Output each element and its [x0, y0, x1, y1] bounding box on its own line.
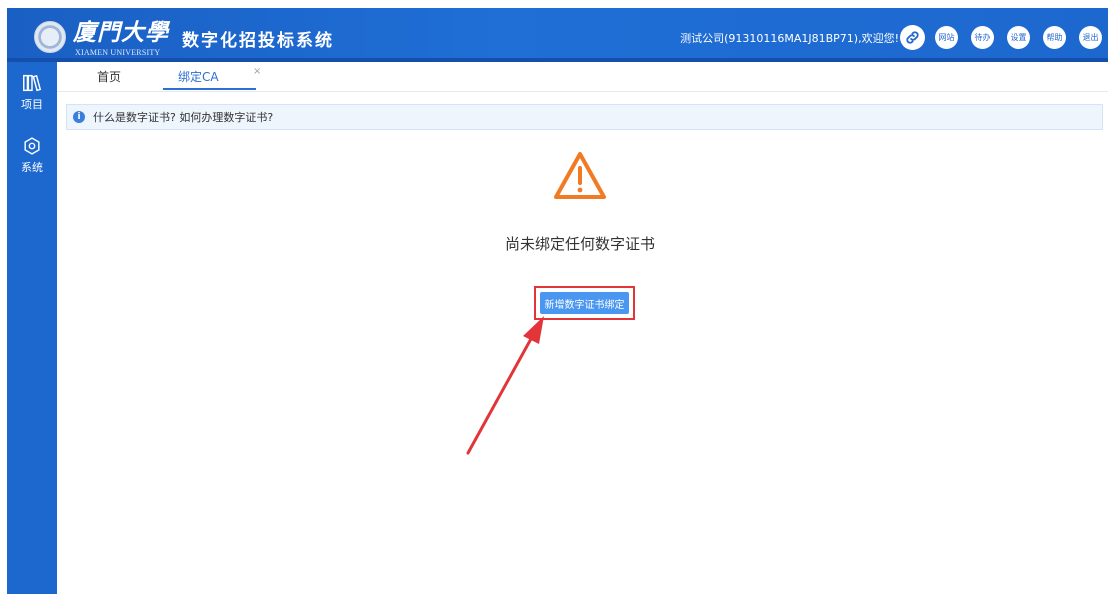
certificate-help-link[interactable]: i 什么是数字证书? 如何办理数字证书? — [66, 104, 1103, 130]
link-icon — [906, 31, 919, 44]
sidebar-item-label: 项目 — [21, 98, 43, 111]
help-button[interactable]: 帮助 — [1043, 26, 1066, 49]
tab-close-icon[interactable]: × — [253, 66, 261, 77]
tab-bar: 首页 绑定CA × — [57, 62, 1108, 92]
sidebar-item-label: 系统 — [21, 161, 43, 174]
active-tab-indicator — [163, 88, 256, 90]
website-button[interactable]: 网站 — [935, 26, 958, 49]
welcome-text: 测试公司(91310116MA1J81BP71),欢迎您! — [680, 32, 899, 45]
sidebar-item-project[interactable]: 项目 — [7, 62, 57, 112]
university-english-name: XIAMEN UNIVERSITY — [75, 48, 161, 57]
tab-home[interactable]: 首页 — [97, 68, 121, 85]
system-title: 数字化招投标系统 — [182, 31, 334, 51]
warning-triangle-icon — [554, 152, 606, 199]
top-header: 廈門大學 XIAMEN UNIVERSITY 数字化招投标系统 测试公司(913… — [7, 8, 1108, 62]
books-icon — [23, 74, 42, 92]
empty-state-message: 尚未绑定任何数字证书 — [504, 235, 655, 253]
app-root: 廈門大學 XIAMEN UNIVERSITY 数字化招投标系统 测试公司(913… — [0, 0, 1108, 594]
logout-button[interactable]: 退出 — [1079, 26, 1102, 49]
link-button[interactable] — [900, 25, 925, 50]
settings-button[interactable]: 设置 — [1007, 26, 1030, 49]
sidebar-item-system[interactable]: 系统 — [7, 136, 57, 175]
university-logo-text: 廈門大學 — [73, 19, 169, 46]
todo-button[interactable]: 待办 — [971, 26, 994, 49]
sidebar: 项目 系统 — [7, 62, 57, 594]
certificate-help-text: 什么是数字证书? 如何办理数字证书? — [93, 111, 274, 124]
university-seal-icon — [34, 21, 66, 53]
gear-icon — [24, 137, 40, 155]
tab-bind-ca[interactable]: 绑定CA — [178, 68, 219, 85]
annotation-arrow-icon — [466, 316, 544, 455]
info-icon: i — [73, 111, 85, 123]
